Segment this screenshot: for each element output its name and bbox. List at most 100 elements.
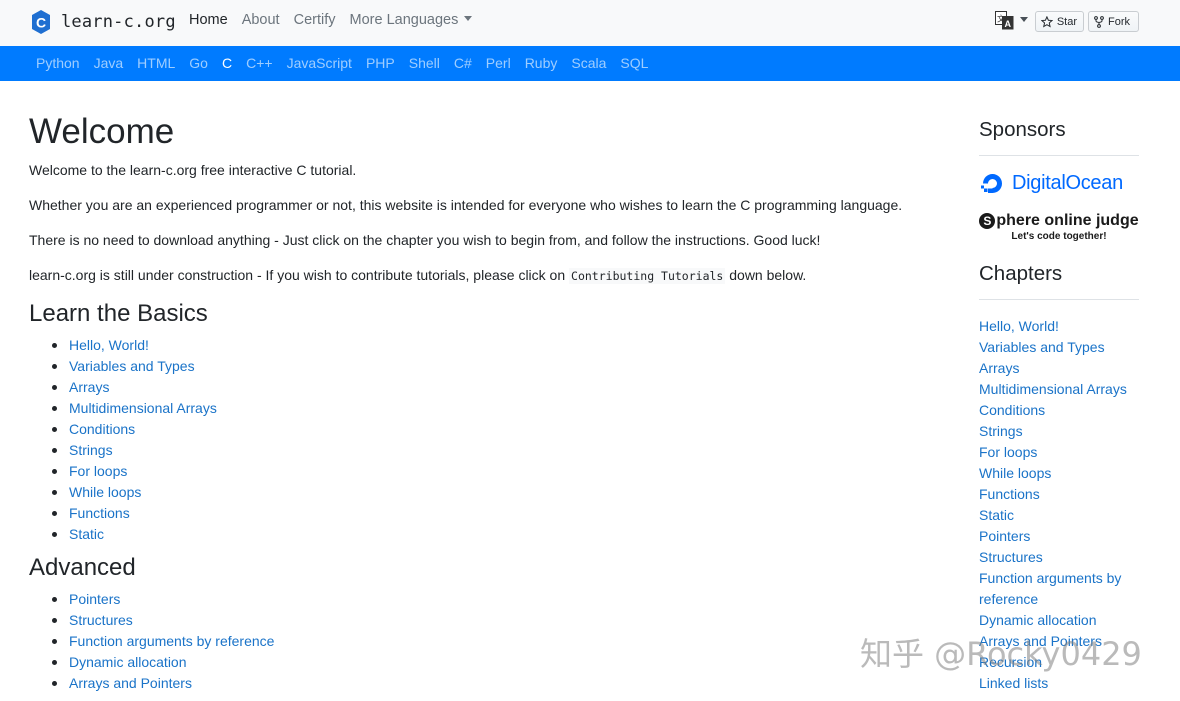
lang-sql[interactable]: SQL — [620, 55, 648, 71]
sphere-judge-name: phere online judge — [996, 212, 1138, 230]
list-item[interactable]: Dynamic allocation — [69, 652, 929, 673]
translate-dropdown[interactable]: 文 A — [995, 11, 1028, 30]
list-item[interactable]: Arrays and Pointers — [69, 673, 929, 694]
list-item[interactable]: Function arguments by reference — [69, 631, 929, 652]
list-item[interactable]: Conditions — [69, 419, 929, 440]
intro-paragraph: Welcome to the learn-c.org free interact… — [29, 160, 929, 180]
lang-python[interactable]: Python — [36, 55, 80, 71]
instructions-paragraph: There is no need to download anything - … — [29, 230, 929, 250]
nav-certify[interactable]: Certify — [294, 12, 336, 28]
chapter-link[interactable]: Arrays — [69, 379, 109, 395]
sidebar-chapter-link[interactable]: For loops — [979, 442, 1139, 463]
chapter-link[interactable]: Strings — [69, 442, 113, 458]
digitalocean-sponsor-link[interactable]: DigitalOcean — [979, 170, 1139, 196]
brand-link[interactable]: C learn-c.org — [31, 9, 176, 35]
lang-html[interactable]: HTML — [137, 55, 175, 71]
translate-icon: 文 A — [995, 11, 1014, 30]
list-item[interactable]: While loops — [69, 482, 929, 503]
chapter-link[interactable]: Structures — [69, 612, 133, 628]
sidebar-chapter-link[interactable]: reference — [979, 589, 1139, 610]
lang-java[interactable]: Java — [94, 55, 124, 71]
divider — [979, 299, 1139, 300]
sidebar-chapter-link[interactable]: Function arguments by — [979, 568, 1139, 589]
sidebar-chapter-link[interactable]: Hello, World! — [979, 316, 1139, 337]
chapter-link[interactable]: Functions — [69, 505, 130, 521]
lang-cpp[interactable]: C++ — [246, 55, 272, 71]
chapter-link[interactable]: Conditions — [69, 421, 135, 437]
sidebar-chapter-link[interactable]: Structures — [979, 547, 1139, 568]
list-item[interactable]: Pointers — [69, 589, 929, 610]
chapter-link[interactable]: Multidimensional Arrays — [69, 400, 217, 416]
sidebar-chapter-link[interactable]: Functions — [979, 484, 1139, 505]
chapter-link[interactable]: While loops — [69, 484, 141, 500]
contributing-code: Contributing Tutorials — [569, 268, 725, 284]
sidebar-chapter-link[interactable]: While loops — [979, 463, 1139, 484]
sphere-judge-title: Sphere online judge — [979, 212, 1139, 230]
construction-text-end: down below. — [725, 267, 806, 283]
digitalocean-logo-icon — [979, 170, 1006, 197]
sidebar-chapter-link[interactable]: Arrays — [979, 358, 1139, 379]
chevron-down-icon — [464, 16, 472, 21]
lang-scala[interactable]: Scala — [571, 55, 606, 71]
construction-text: learn-c.org is still under construction … — [29, 267, 569, 283]
github-star-button[interactable]: Star — [1035, 11, 1084, 32]
lang-shell[interactable]: Shell — [409, 55, 440, 71]
language-bar: Python Java HTML Go C C++ JavaScript PHP… — [0, 46, 1180, 81]
nav-more-languages[interactable]: More Languages — [350, 12, 473, 28]
sidebar-chapter-link[interactable]: Pointers — [979, 526, 1139, 547]
list-item[interactable]: Functions — [69, 503, 929, 524]
nav-about[interactable]: About — [242, 12, 280, 28]
advanced-list: Pointers Structures Function arguments b… — [29, 589, 929, 694]
github-fork-button[interactable]: Fork — [1088, 11, 1139, 32]
sidebar-chapter-link[interactable]: Strings — [979, 421, 1139, 442]
lang-c[interactable]: C — [222, 55, 232, 71]
sidebar-chapter-link[interactable]: Static — [979, 505, 1139, 526]
lang-perl[interactable]: Perl — [486, 55, 511, 71]
chapter-link[interactable]: Function arguments by reference — [69, 633, 274, 649]
list-item[interactable]: Static — [69, 524, 929, 545]
chapter-link[interactable]: For loops — [69, 463, 127, 479]
sidebar-chapter-link[interactable]: Dynamic allocation — [979, 610, 1139, 631]
sphere-judge-sponsor-link[interactable]: Sphere online judge Let's code together! — [979, 212, 1139, 243]
chapter-link[interactable]: Dynamic allocation — [69, 654, 187, 670]
list-item[interactable]: Strings — [69, 440, 929, 461]
advanced-heading: Advanced — [29, 553, 929, 583]
main-content: Welcome Welcome to the learn-c.org free … — [29, 112, 929, 694]
sponsors-heading: Sponsors — [979, 116, 1139, 144]
chapter-link[interactable]: Hello, World! — [69, 337, 149, 353]
sphere-judge-tagline: Let's code together! — [979, 231, 1139, 243]
nav-more-languages-label: More Languages — [350, 12, 459, 28]
svg-text:C: C — [36, 15, 46, 31]
chapter-link[interactable]: Variables and Types — [69, 358, 195, 374]
brand-name: learn-c.org — [61, 12, 176, 32]
divider — [979, 155, 1139, 156]
lang-csharp[interactable]: C# — [454, 55, 472, 71]
lang-go[interactable]: Go — [189, 55, 208, 71]
sidebar: Sponsors DigitalOcean Sphere online judg… — [979, 116, 1139, 694]
sidebar-chapter-link[interactable]: Variables and Types — [979, 337, 1139, 358]
chapter-link[interactable]: Pointers — [69, 591, 120, 607]
fork-label: Fork — [1108, 16, 1130, 28]
lang-ruby[interactable]: Ruby — [525, 55, 558, 71]
digitalocean-name: DigitalOcean — [1012, 172, 1123, 195]
list-item[interactable]: Variables and Types — [69, 356, 929, 377]
chevron-down-icon — [1020, 17, 1028, 22]
list-item[interactable]: Structures — [69, 610, 929, 631]
list-item[interactable]: For loops — [69, 461, 929, 482]
list-item[interactable]: Multidimensional Arrays — [69, 398, 929, 419]
nav-home[interactable]: Home — [189, 12, 228, 28]
watermark: 知乎 @Rocky0429 — [860, 629, 1142, 675]
audience-paragraph: Whether you are an experienced programme… — [29, 195, 929, 215]
lang-php[interactable]: PHP — [366, 55, 395, 71]
sidebar-chapter-link[interactable]: Conditions — [979, 400, 1139, 421]
sidebar-chapter-link[interactable]: Linked lists — [979, 673, 1139, 694]
chapter-link[interactable]: Arrays and Pointers — [69, 675, 192, 691]
star-icon — [1041, 16, 1053, 28]
sidebar-chapter-link[interactable]: Multidimensional Arrays — [979, 379, 1139, 400]
lang-javascript[interactable]: JavaScript — [287, 55, 352, 71]
star-label: Star — [1057, 16, 1077, 28]
chapter-link[interactable]: Static — [69, 526, 104, 542]
list-item[interactable]: Hello, World! — [69, 335, 929, 356]
basics-heading: Learn the Basics — [29, 299, 929, 329]
list-item[interactable]: Arrays — [69, 377, 929, 398]
